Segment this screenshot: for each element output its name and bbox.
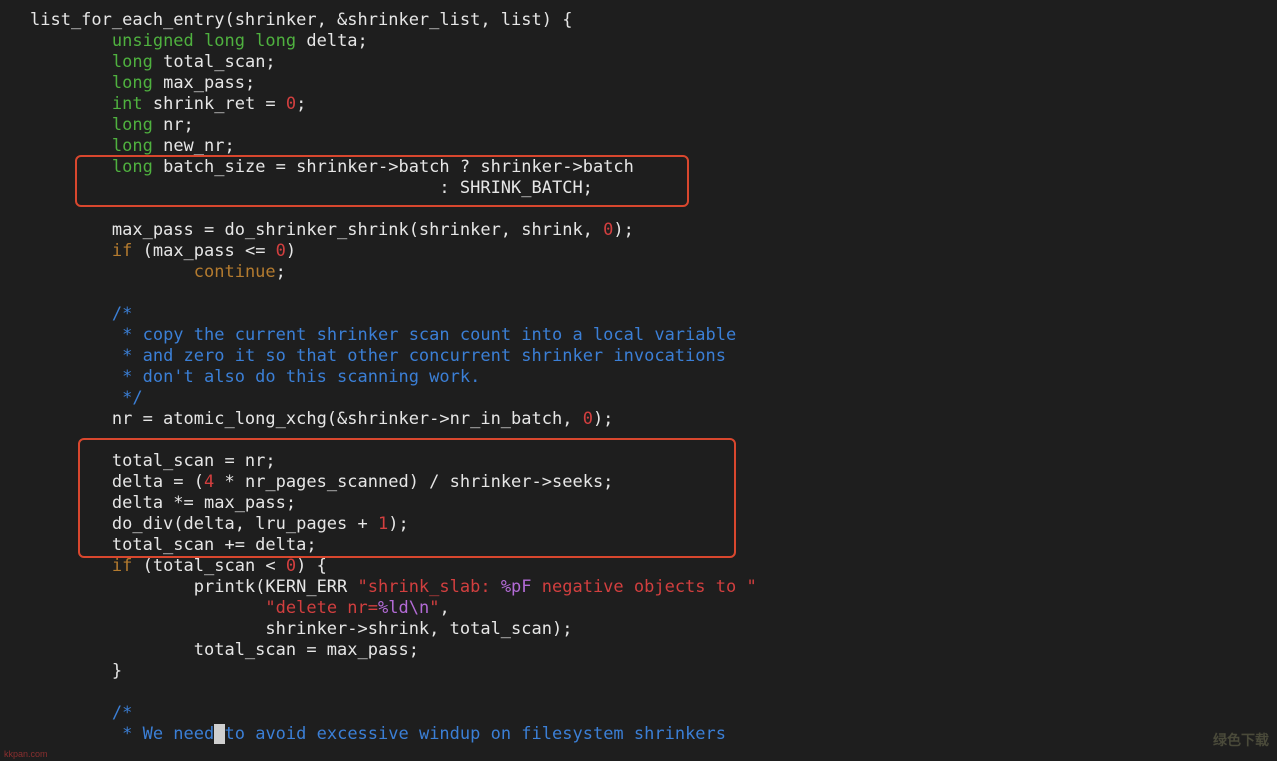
code-line: int shrink_ret = 0; — [30, 94, 307, 115]
code-token: to avoid excessive windup on filesystem … — [224, 724, 727, 744]
code-line: shrinker->shrink, total_scan); — [30, 619, 572, 640]
code-token: * copy the current shrinker scan count i… — [122, 325, 737, 345]
code-token: */ — [122, 388, 143, 408]
code-token: (total_scan < — [132, 556, 286, 576]
highlight-box-delta-calculation — [78, 438, 736, 558]
code-token: if — [111, 241, 133, 261]
code-token: * don't also do this scanning work. — [122, 367, 481, 387]
code-token: list_for_each_entry(shrinker, &shrinker_… — [30, 10, 573, 30]
code-token: * and zero it so that other concurrent s… — [122, 346, 726, 366]
code-line: unsigned long long delta; — [30, 31, 368, 52]
code-token: 0 — [582, 409, 593, 429]
watermark-left: kkpan.com — [4, 749, 48, 759]
code-token: total_scan; — [152, 52, 276, 72]
code-token: ; — [296, 94, 307, 114]
code-token: long — [111, 73, 153, 93]
code-token: max_pass; — [152, 73, 256, 93]
code-token: " — [429, 598, 440, 618]
code-token: 0 — [285, 94, 297, 114]
code-token: , — [439, 598, 450, 618]
text-cursor — [214, 724, 225, 744]
code-token: 0 — [285, 556, 297, 576]
code-token: /* — [111, 304, 133, 324]
code-line: continue; — [30, 262, 286, 283]
code-token: "shrink_slab: — [357, 577, 501, 597]
code-token: %pF — [500, 577, 532, 597]
code-token: nr; — [152, 115, 194, 135]
code-editor[interactable]: list_for_each_entry(shrinker, &shrinker_… — [0, 0, 1277, 761]
code-line: "delete nr=%ld\n", — [30, 598, 450, 619]
code-token: "delete nr= — [265, 598, 378, 618]
code-token: shrink_ret = — [142, 94, 286, 114]
code-token: %ld\n — [378, 598, 430, 618]
code-line: */ — [30, 388, 143, 409]
code-token: long — [111, 115, 153, 135]
code-line: long total_scan; — [30, 52, 276, 73]
code-token: 0 — [603, 220, 614, 240]
code-token: ); — [592, 409, 614, 429]
code-token: max_pass = do_shrinker_shrink(shrinker, … — [30, 220, 604, 240]
code-line: * don't also do this scanning work. — [30, 367, 480, 388]
code-line: /* — [30, 304, 132, 325]
code-line: * and zero it so that other concurrent s… — [30, 346, 726, 367]
code-token: new_nr; — [152, 136, 235, 156]
code-line: if (total_scan < 0) { — [30, 556, 327, 577]
code-token: ; — [275, 262, 286, 282]
code-line: nr = atomic_long_xchg(&shrinker->nr_in_b… — [30, 409, 614, 430]
code-token: * We need — [122, 724, 215, 744]
code-line: long nr; — [30, 115, 194, 136]
code-token: long — [111, 136, 153, 156]
code-line: /* — [30, 703, 132, 724]
highlight-box-batch-size — [75, 155, 689, 207]
code-token: ) — [285, 241, 297, 261]
code-token: long — [111, 52, 153, 72]
code-token: unsigned long long — [111, 31, 297, 51]
code-token: continue — [193, 262, 276, 282]
code-token: ) { — [296, 556, 327, 576]
code-token: ); — [613, 220, 634, 240]
code-line: list_for_each_entry(shrinker, &shrinker_… — [30, 10, 572, 31]
code-token: if — [111, 556, 133, 576]
code-token: negative objects to " — [531, 577, 757, 597]
code-token: int — [111, 94, 143, 114]
code-token: total_scan = max_pass; — [30, 640, 419, 660]
code-token: (max_pass <= — [132, 241, 276, 261]
code-line: long new_nr; — [30, 136, 235, 157]
code-token: 0 — [275, 241, 286, 261]
code-line: total_scan = max_pass; — [30, 640, 419, 661]
code-line: if (max_pass <= 0) — [30, 241, 296, 262]
code-line: } — [30, 661, 122, 682]
code-token: nr = atomic_long_xchg(&shrinker->nr_in_b… — [30, 409, 583, 429]
code-line: long max_pass; — [30, 73, 255, 94]
code-token: delta; — [296, 31, 368, 51]
code-line: * We need to avoid excessive windup on f… — [30, 724, 726, 745]
code-line: * copy the current shrinker scan count i… — [30, 325, 736, 346]
code-token: /* — [111, 703, 133, 723]
code-token: printk(KERN_ERR — [30, 577, 358, 597]
code-token: shrinker->shrink, total_scan); — [30, 619, 573, 639]
code-line: max_pass = do_shrinker_shrink(shrinker, … — [30, 220, 634, 241]
watermark-right: 绿色下载 — [1213, 732, 1269, 748]
code-token: } — [30, 661, 123, 681]
code-line: printk(KERN_ERR "shrink_slab: %pF negati… — [30, 577, 757, 598]
